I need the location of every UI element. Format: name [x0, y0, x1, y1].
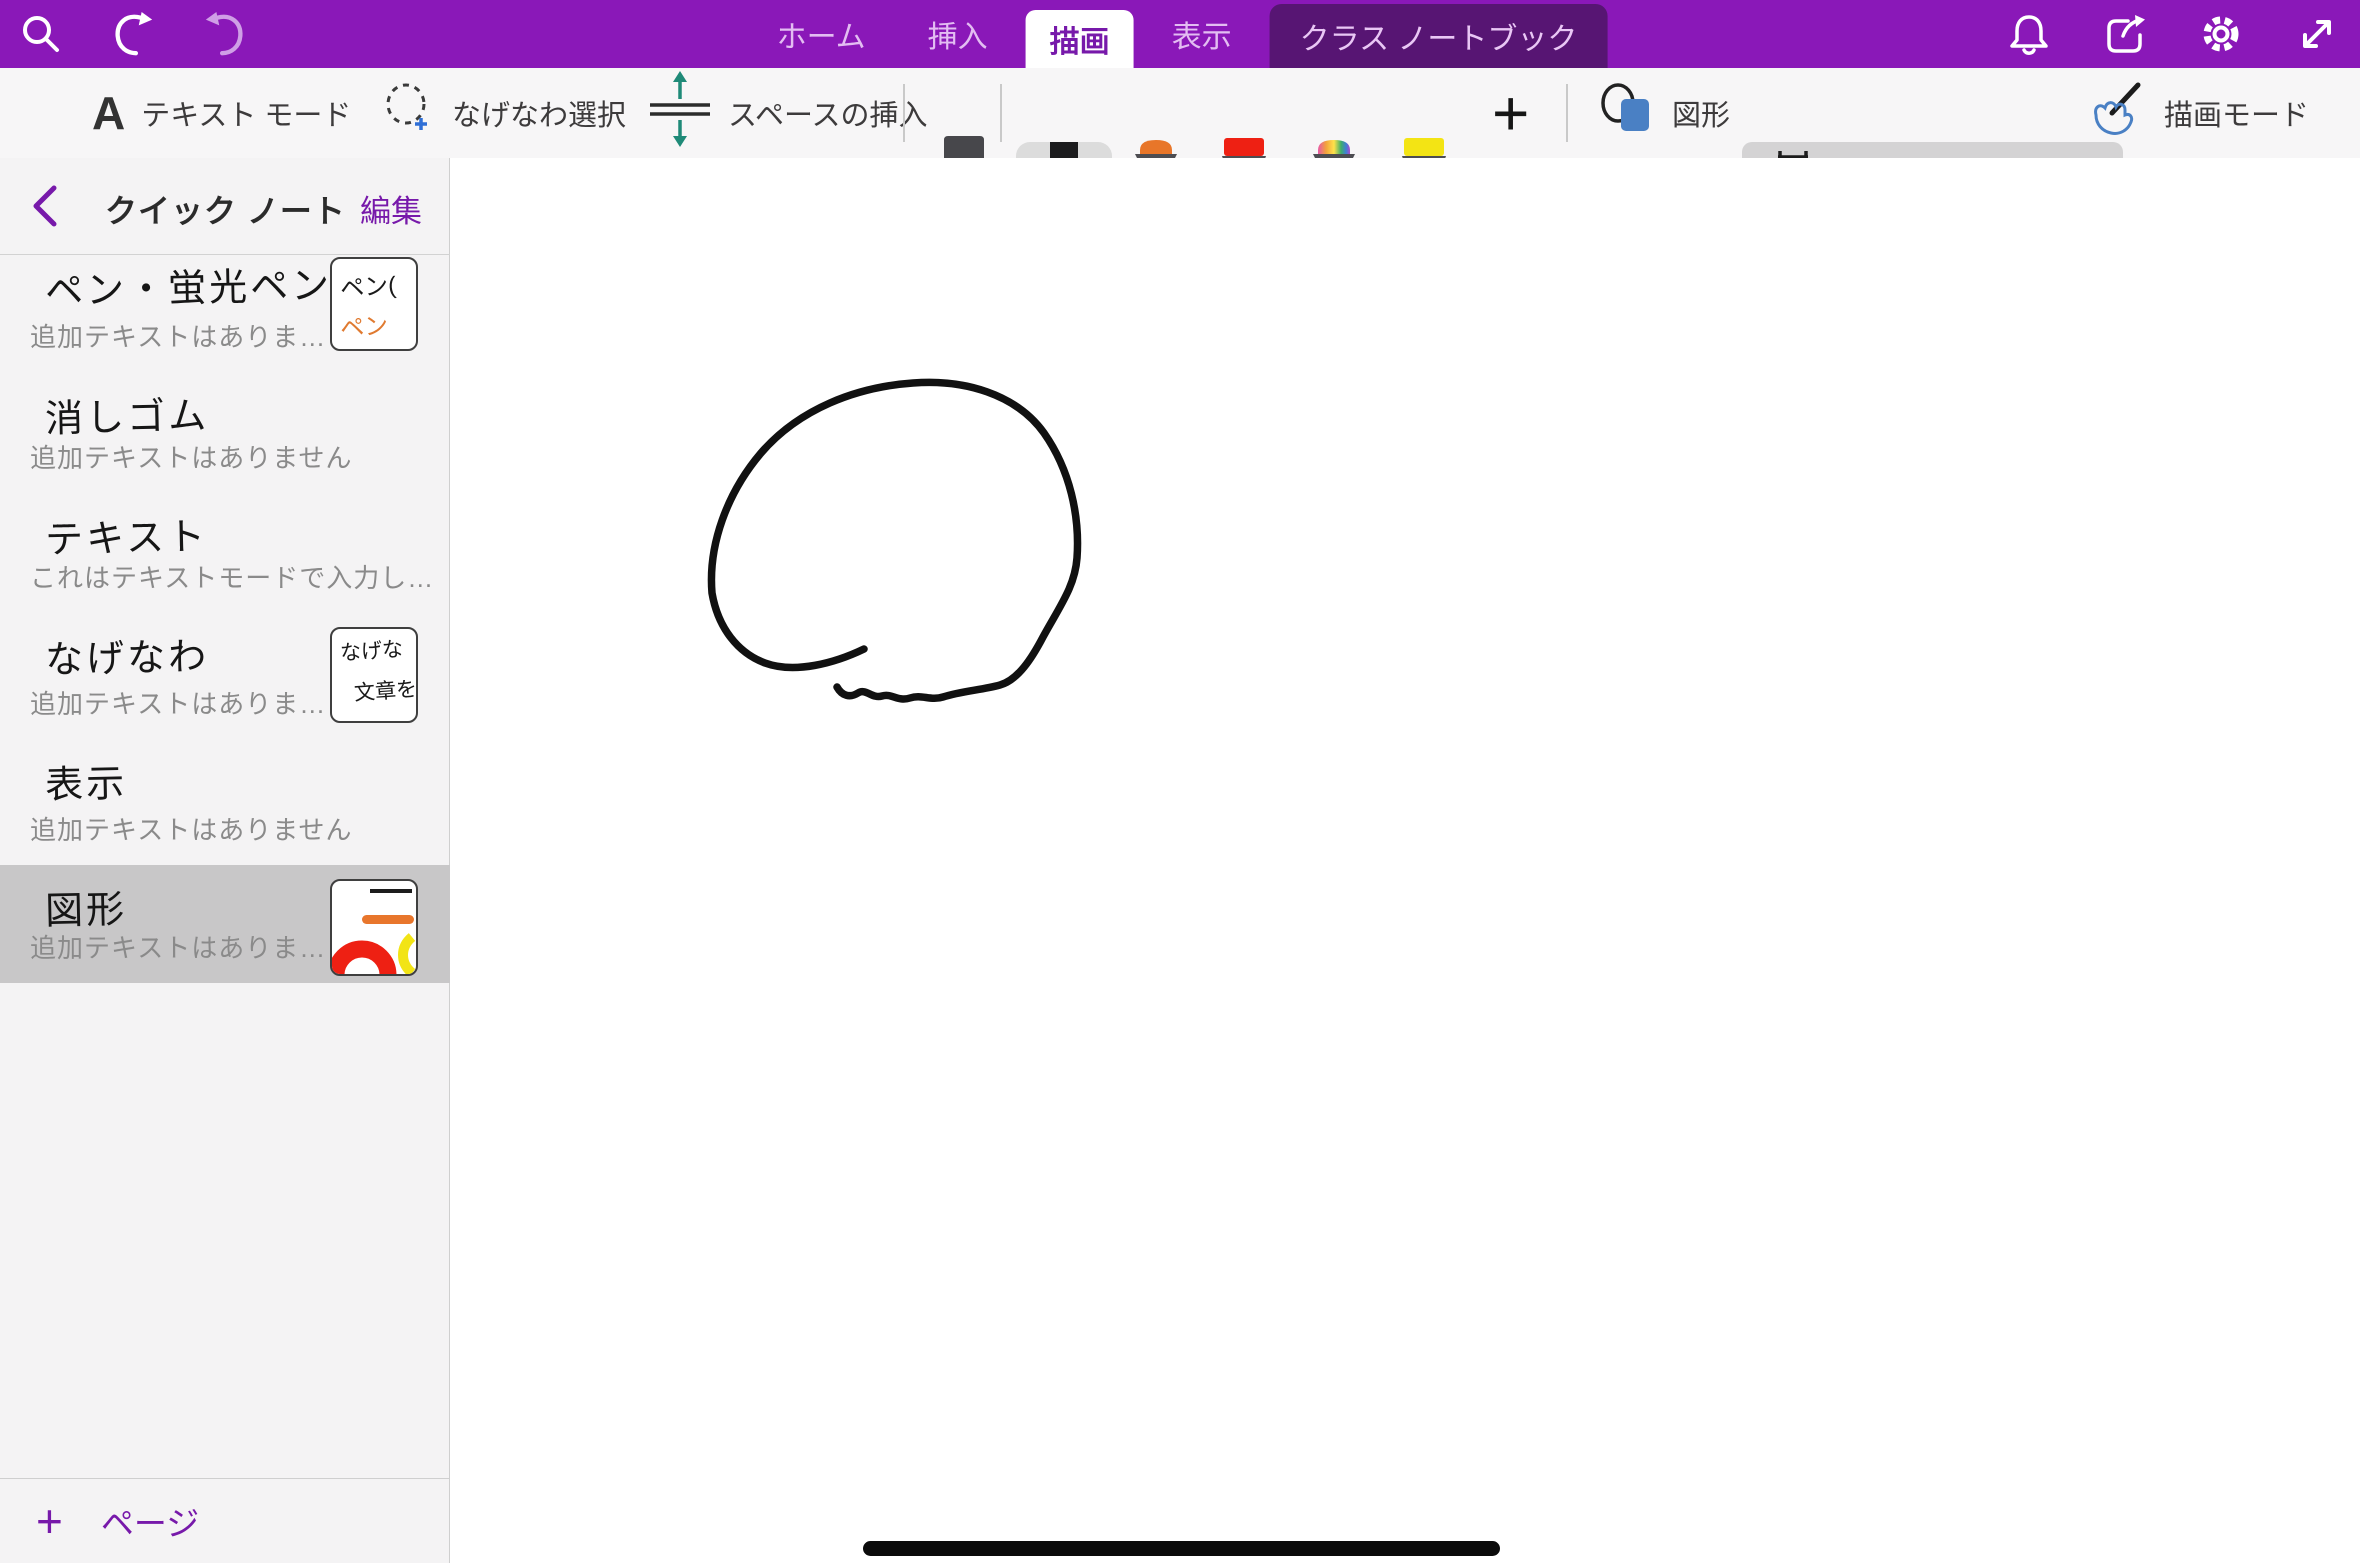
text-mode-icon: A — [92, 86, 125, 140]
notifications-bell-icon[interactable] — [2006, 11, 2052, 57]
page-thumbnail-shapes — [330, 879, 418, 976]
ribbon-tabs: ホーム 挿入 描画 表示 クラス ノートブック — [753, 0, 1608, 68]
onenote-app: ホーム 挿入 描画 表示 クラス ノートブック A テキスト モード — [0, 0, 2360, 1563]
top-app-bar: ホーム 挿入 描画 表示 クラス ノートブック — [0, 0, 2360, 68]
fullscreen-expand-icon[interactable] — [2294, 11, 2340, 57]
add-pen-button[interactable]: + — [1492, 68, 1529, 158]
page-item-pen-highlighter[interactable]: ペン・蛍光ペン 追加テキストはありま… ペン( ペン — [0, 243, 450, 372]
home-indicator[interactable] — [863, 1541, 1500, 1556]
lasso-select-button[interactable]: なげなわ選択 — [382, 68, 626, 158]
share-icon[interactable] — [2102, 11, 2148, 57]
tab-class-notebook[interactable]: クラス ノートブック — [1270, 4, 1608, 68]
redo-icon[interactable] — [202, 11, 248, 57]
toolbar-divider — [903, 84, 905, 142]
page-item-eraser[interactable]: 消しゴム 追加テキストはありません — [0, 372, 450, 493]
drawing-canvas[interactable] — [450, 158, 2360, 1563]
insert-space-button[interactable]: スペースの挿入 — [648, 68, 928, 158]
notebook-section-title: クイック ノート — [105, 186, 346, 232]
toolbar-divider — [1000, 84, 1002, 142]
back-chevron-icon[interactable] — [28, 184, 68, 228]
sidebar-header: クイック ノート 編集 — [0, 158, 450, 255]
toolbar-divider — [1566, 84, 1568, 142]
page-item-view[interactable]: 表示 追加テキストはありません — [0, 739, 450, 865]
insert-space-icon — [648, 71, 712, 155]
draw-toolbar: A テキスト モード なげなわ選択 スペースの挿入 — [0, 68, 2360, 159]
add-page-button[interactable]: + ページ — [0, 1478, 450, 1563]
text-mode-button[interactable]: A テキスト モード — [92, 68, 351, 158]
page-thumbnail: ペン( ペン — [330, 257, 418, 351]
page-item-text[interactable]: テキスト これはテキストモードで入力し… — [0, 493, 450, 613]
settings-gear-icon[interactable] — [2198, 11, 2244, 57]
lasso-icon — [382, 80, 436, 146]
page-thumbnail: なげな 文章を — [330, 627, 418, 723]
tab-home[interactable]: ホーム — [753, 0, 890, 68]
ink-stroke-circle[interactable] — [450, 158, 2360, 1563]
shapes-icon — [1598, 81, 1656, 145]
tab-draw[interactable]: 描画 — [1026, 10, 1134, 68]
page-item-shapes[interactable]: 図形 追加テキストはありま… — [0, 865, 450, 983]
undo-icon[interactable] — [110, 11, 156, 57]
edit-button[interactable]: 編集 — [360, 186, 422, 231]
shapes-button[interactable]: 図形 — [1598, 68, 1730, 158]
search-icon[interactable] — [18, 11, 64, 57]
draw-mode-hand-icon — [2086, 81, 2148, 145]
tab-insert[interactable]: 挿入 — [904, 0, 1012, 68]
page-list-sidebar: クイック ノート 編集 ペン・蛍光ペン 追加テキストはありま… ペン( ペン 消… — [0, 158, 450, 1563]
tab-view[interactable]: 表示 — [1148, 0, 1256, 68]
plus-icon: + — [36, 1498, 63, 1544]
draw-mode-button[interactable]: 描画モード — [2086, 68, 2309, 158]
page-item-lasso[interactable]: なげなわ 追加テキストはありま… なげな 文章を — [0, 613, 450, 739]
